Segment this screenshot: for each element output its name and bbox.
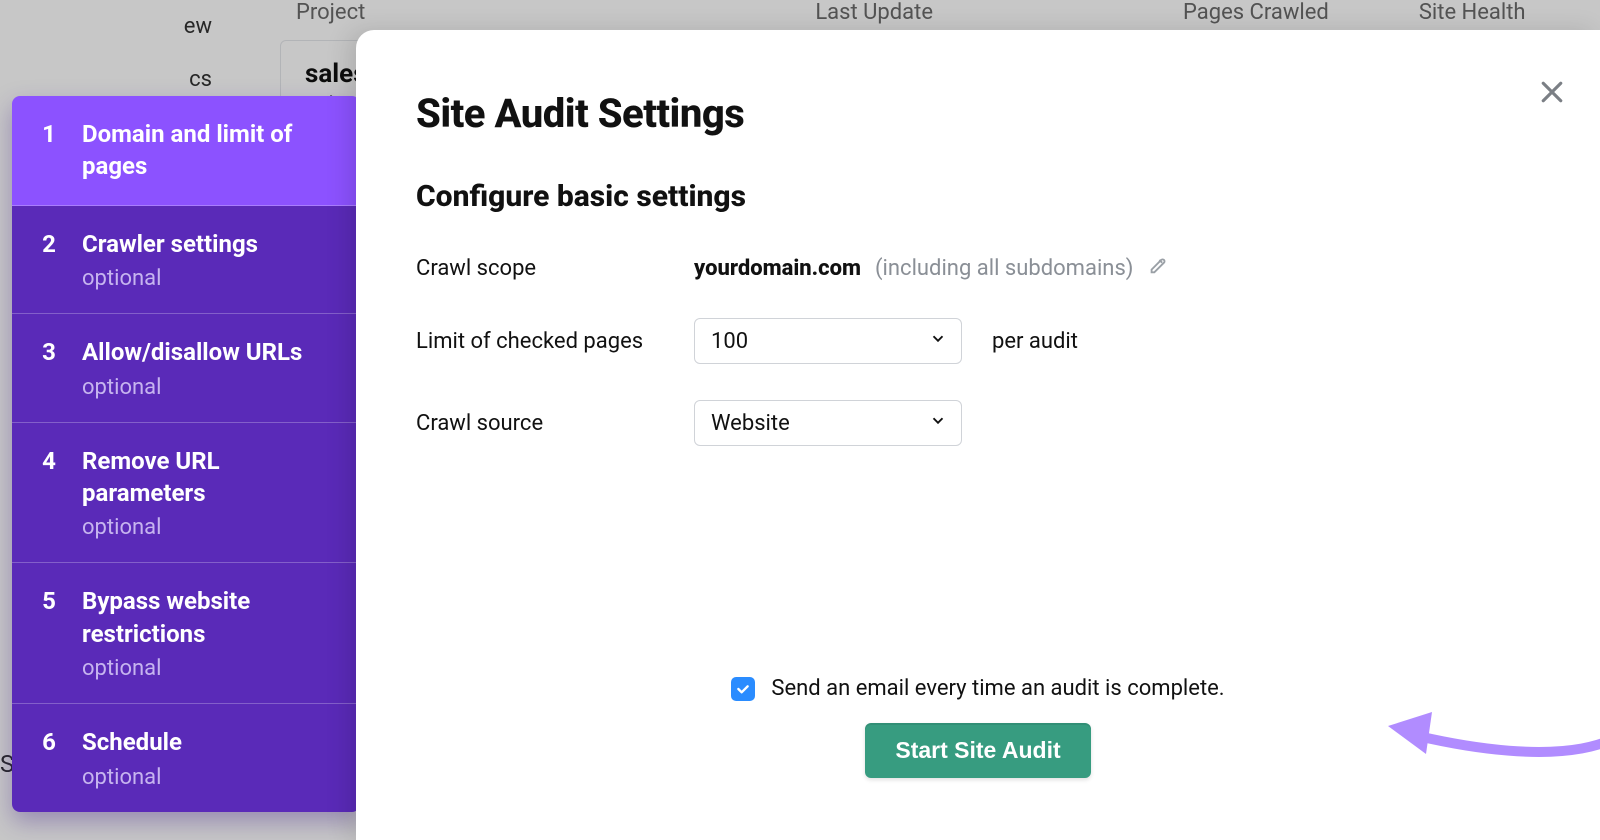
step-title: Crawler settings [82,228,338,260]
step-title: Allow/disallow URLs [82,336,338,368]
checkbox-label: Send an email every time an audit is com… [771,676,1224,701]
settings-form: Crawl scope yourdomain.com (including al… [416,254,1540,446]
crawl-scope-note: (including all subdomains) [875,256,1133,281]
step-number: 1 [40,118,58,150]
wizard-step-schedule[interactable]: 6 Schedule optional [12,704,360,811]
wizard-steps-sidebar: 1 Domain and limit of pages 2 Crawler se… [12,96,360,812]
chevron-down-icon [929,411,947,436]
modal-title: Site Audit Settings [416,90,1540,137]
crawl-source-label: Crawl source [416,411,694,436]
step-title: Schedule [82,726,338,758]
select-value: 100 [711,329,748,354]
crawl-source-select[interactable]: Website [694,400,962,446]
modal-subtitle: Configure basic settings [416,179,1540,214]
chevron-down-icon [929,329,947,354]
wizard-step-allow-disallow-urls[interactable]: 3 Allow/disallow URLs optional [12,314,360,422]
step-title: Domain and limit of pages [82,118,338,183]
crawl-scope-row: Crawl scope yourdomain.com (including al… [416,254,1540,282]
per-audit-label: per audit [992,329,1078,354]
wizard-step-domain-and-limit[interactable]: 1 Domain and limit of pages [12,96,360,206]
step-optional-label: optional [82,266,338,291]
crawl-source-row: Crawl source Website [416,400,1540,446]
crawl-scope-label: Crawl scope [416,256,694,281]
select-value: Website [711,411,790,436]
start-site-audit-button[interactable]: Start Site Audit [865,723,1090,778]
step-title: Bypass website restrictions [82,585,338,650]
step-number: 4 [40,445,58,477]
step-number: 5 [40,585,58,617]
edit-scope-button[interactable] [1147,254,1169,282]
limit-checked-pages-label: Limit of checked pages [416,329,694,354]
checkbox-checked-icon [731,677,755,701]
close-button[interactable] [1532,74,1572,114]
step-number: 2 [40,228,58,260]
limit-checked-pages-row: Limit of checked pages 100 per audit [416,318,1540,364]
wizard-step-bypass-restrictions[interactable]: 5 Bypass website restrictions optional [12,563,360,704]
step-optional-label: optional [82,515,338,540]
wizard-step-crawler-settings[interactable]: 2 Crawler settings optional [12,206,360,314]
wizard-step-remove-url-parameters[interactable]: 4 Remove URL parameters optional [12,423,360,564]
step-optional-label: optional [82,375,338,400]
step-optional-label: optional [82,656,338,681]
close-icon [1537,77,1567,111]
step-number: 3 [40,336,58,368]
pencil-icon [1147,254,1169,282]
crawl-scope-domain: yourdomain.com [694,256,861,281]
email-on-complete-checkbox[interactable]: Send an email every time an audit is com… [731,676,1224,701]
modal-footer: Send an email every time an audit is com… [356,676,1600,778]
step-number: 6 [40,726,58,758]
step-optional-label: optional [82,765,338,790]
limit-checked-pages-select[interactable]: 100 [694,318,962,364]
step-title: Remove URL parameters [82,445,338,510]
site-audit-settings-modal: Site Audit Settings Configure basic sett… [356,30,1600,840]
